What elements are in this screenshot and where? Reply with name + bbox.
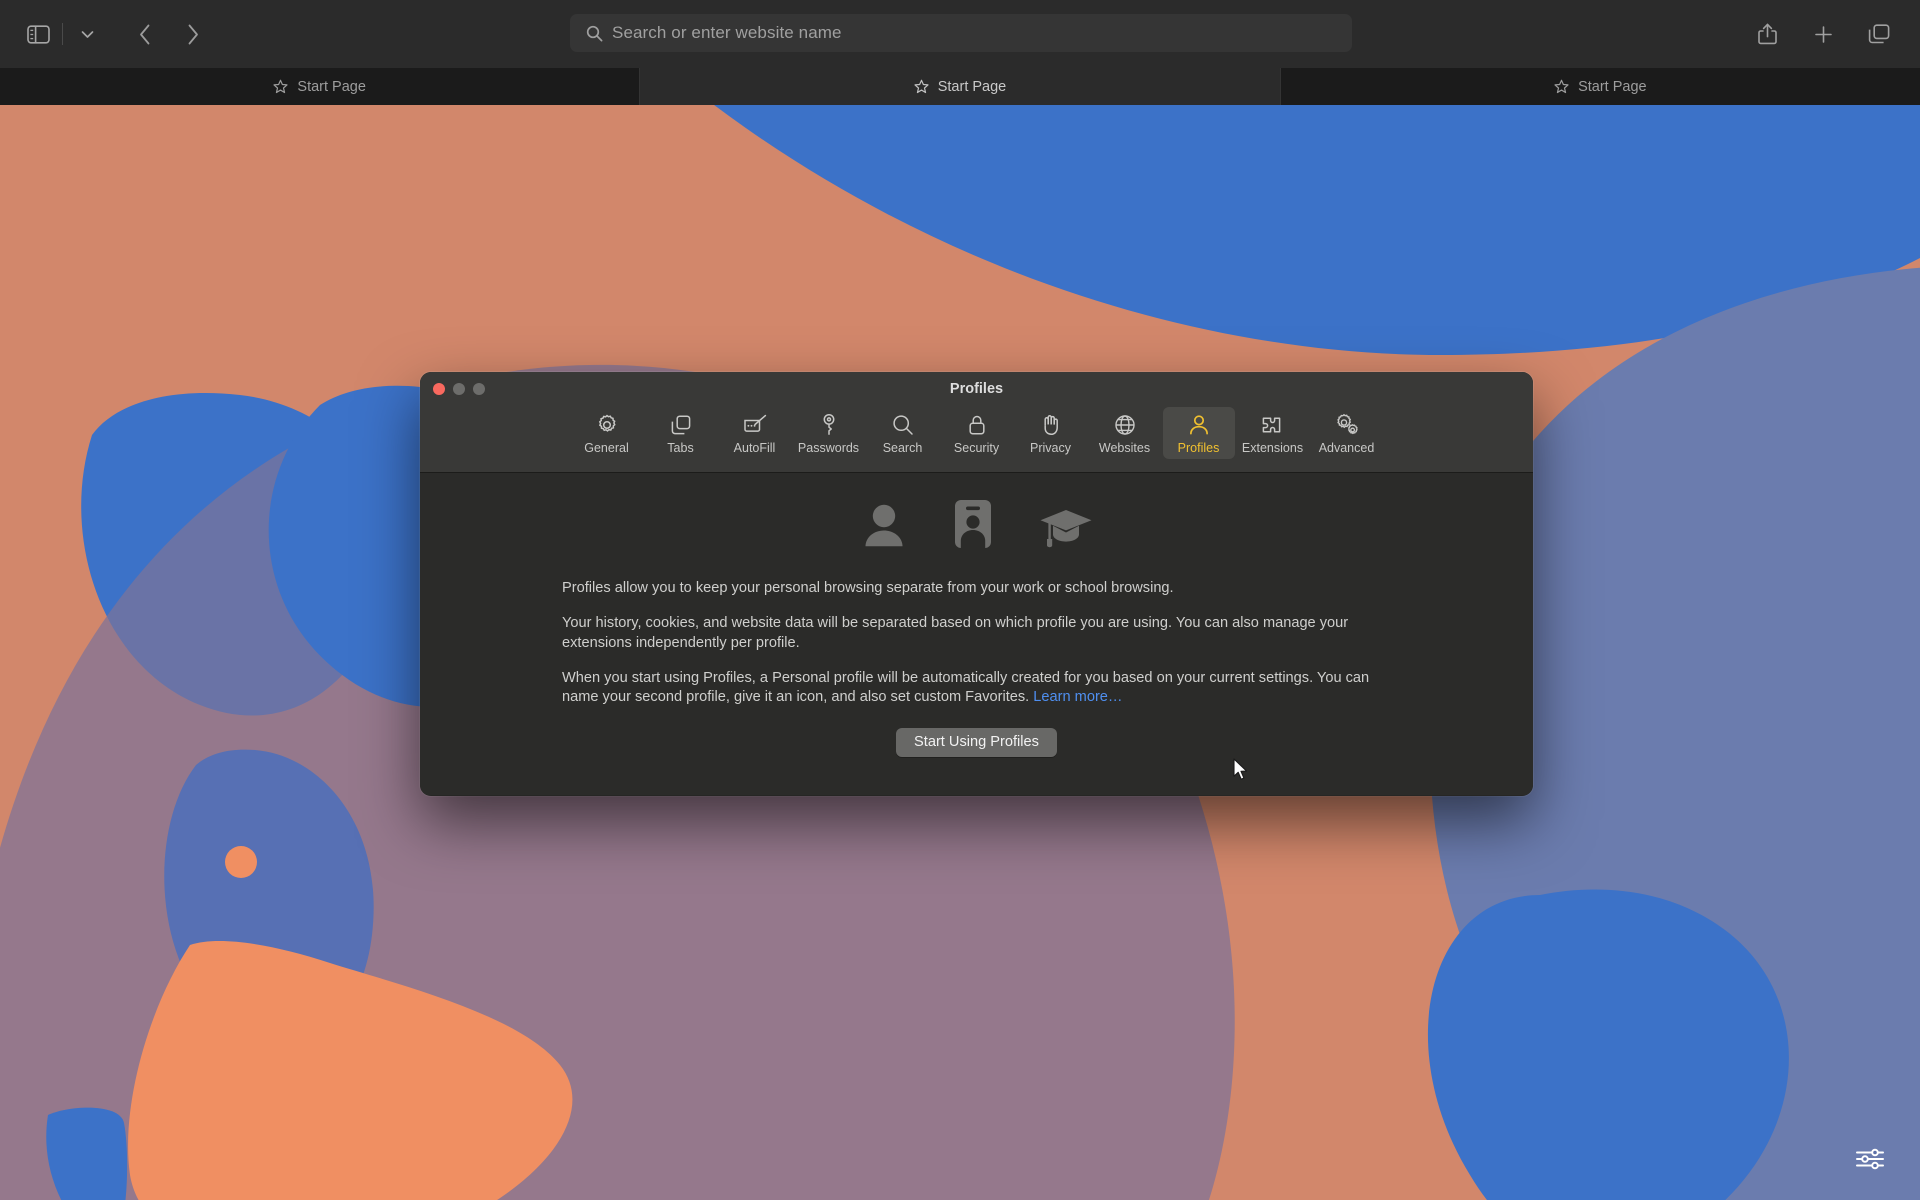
profiles-paragraph-1: Profiles allow you to keep your personal…: [562, 580, 1174, 596]
profiles-paragraph-3-wrapper: When you start using Profiles, a Persona…: [562, 669, 1391, 708]
star-icon: [1554, 79, 1569, 94]
tab-overview-icon[interactable]: [1854, 15, 1904, 53]
start-using-profiles-button[interactable]: Start Using Profiles: [896, 728, 1057, 758]
person-silhouette-icon: [861, 500, 907, 555]
gear-icon: [595, 411, 619, 438]
globe-icon: [1113, 411, 1137, 438]
mouse-cursor: [1233, 758, 1249, 787]
pane-label: Advanced: [1318, 441, 1375, 455]
pane-passwords[interactable]: Passwords: [793, 407, 865, 459]
pane-label: General: [584, 441, 629, 455]
search-input[interactable]: Search or enter website name: [570, 14, 1352, 52]
pane-autofill[interactable]: AutoFill: [719, 407, 791, 459]
pane-label: Websites: [1098, 441, 1151, 455]
puzzle-icon: [1260, 411, 1286, 438]
tabs-icon: [669, 411, 693, 438]
person-icon: [1187, 411, 1211, 438]
toolbar-divider: [62, 23, 63, 45]
key-icon: [818, 411, 840, 438]
pane-extensions[interactable]: Extensions: [1237, 407, 1309, 459]
window-titlebar: Profiles: [420, 372, 1533, 406]
chevron-right-icon[interactable]: [169, 15, 217, 53]
profiles-preferences-window: Profiles General Tabs AutoFill Passwords…: [420, 372, 1533, 796]
profiles-paragraph-3: When you start using Profiles, a Persona…: [562, 669, 1370, 705]
address-bar-placeholder: Search or enter website name: [612, 23, 842, 42]
pane-label: Extensions: [1241, 441, 1304, 455]
search-icon: [891, 411, 915, 438]
tab-label: Start Page: [297, 78, 366, 95]
profile-hero-icons: [420, 497, 1533, 555]
star-icon: [273, 79, 288, 94]
start-button-row: Start Using Profiles: [420, 728, 1533, 758]
pane-profiles[interactable]: Profiles: [1162, 407, 1235, 459]
chevron-down-icon[interactable]: [67, 15, 107, 53]
browser-tab[interactable]: Start Page: [0, 68, 641, 105]
lock-icon: [966, 411, 988, 438]
toolbar-left-group: [0, 15, 217, 53]
plus-icon[interactable]: [1798, 15, 1848, 53]
sidebar-icon[interactable]: [18, 15, 58, 53]
pane-label: Profiles: [1177, 441, 1220, 455]
window-title: Profiles: [949, 381, 1004, 397]
profiles-pane-content: Profiles allow you to keep your personal…: [420, 473, 1533, 795]
pane-label: Search: [882, 441, 923, 455]
pane-search[interactable]: Search: [867, 407, 939, 459]
pane-label: Security: [953, 441, 1000, 455]
browser-toolbar: Search or enter website name: [0, 0, 1920, 68]
tab-bar: Start Page Start Page Start Page: [0, 68, 1920, 105]
pane-general[interactable]: General: [571, 407, 643, 459]
pane-label: Tabs: [667, 441, 694, 455]
pane-websites[interactable]: Websites: [1089, 407, 1161, 459]
toolbar-right-group: [1742, 0, 1904, 68]
pane-label: Passwords: [797, 441, 860, 455]
navigation-buttons: [121, 15, 217, 53]
tab-label: Start Page: [937, 78, 1007, 95]
chevron-left-icon[interactable]: [121, 15, 169, 53]
autofill-icon: [742, 411, 768, 438]
profiles-description: Profiles allow you to keep your personal…: [420, 579, 1533, 707]
pane-tabs[interactable]: Tabs: [645, 407, 717, 459]
profiles-paragraph-2: Your history, cookies, and website data …: [562, 615, 1349, 651]
preferences-pane-toolbar: General Tabs AutoFill Passwords Search S…: [420, 406, 1533, 473]
pane-security[interactable]: Security: [941, 407, 1013, 459]
search-icon: [586, 25, 603, 41]
gears-icon: [1334, 411, 1360, 438]
graduation-cap-icon: [1039, 506, 1093, 555]
browser-tab-active[interactable]: Start Page: [640, 68, 1281, 105]
star-icon: [914, 79, 929, 94]
address-bar-container[interactable]: Search or enter website name: [570, 14, 1352, 52]
pane-privacy[interactable]: Privacy: [1015, 407, 1087, 459]
pane-label: Privacy: [1030, 441, 1071, 455]
learn-more-link[interactable]: Learn more…: [1033, 689, 1122, 705]
browser-tab[interactable]: Start Page: [1281, 68, 1920, 105]
pane-advanced[interactable]: Advanced: [1311, 407, 1383, 459]
tab-label: Start Page: [1578, 78, 1647, 95]
pane-label: AutoFill: [733, 441, 776, 455]
hand-icon: [1040, 411, 1062, 438]
share-icon[interactable]: [1742, 15, 1792, 53]
sliders-icon[interactable]: [1852, 1144, 1888, 1174]
id-badge-icon: [953, 498, 993, 555]
